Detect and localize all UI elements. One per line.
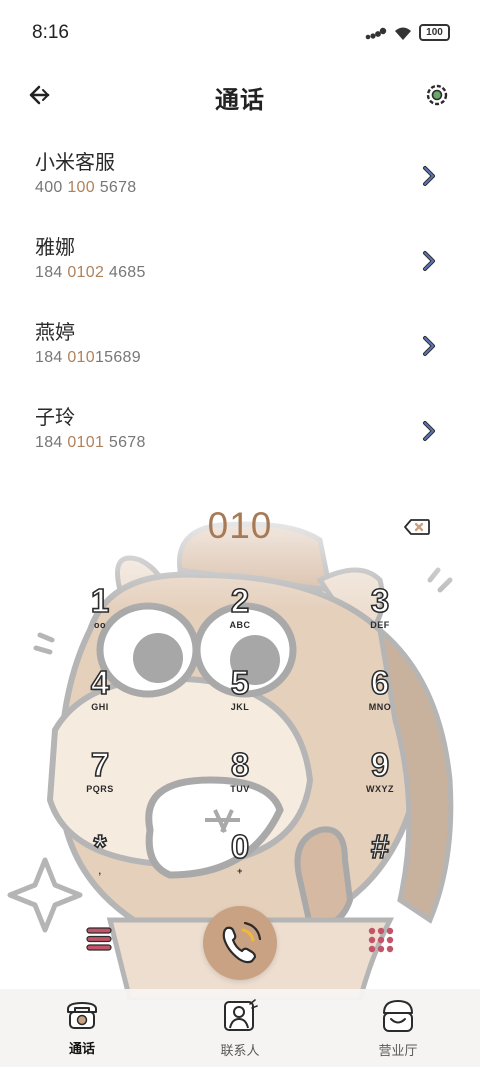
contacts-icon xyxy=(224,999,258,1031)
chevron-right-icon[interactable] xyxy=(420,249,438,273)
tab-contacts[interactable]: 联系人 xyxy=(190,999,290,1059)
chevron-right-icon[interactable] xyxy=(420,419,438,443)
key-hash[interactable]: # xyxy=(310,827,450,906)
key-3[interactable]: 3 DEF xyxy=(310,581,450,660)
call-button[interactable] xyxy=(203,906,277,980)
status-time: 8:16 xyxy=(32,22,69,43)
status-bar: 8:16 100 xyxy=(0,0,480,66)
key-2[interactable]: 2 ABC xyxy=(170,581,310,660)
tab-label: 联系人 xyxy=(220,1043,260,1058)
key-1[interactable]: 1 oo xyxy=(30,581,170,660)
tab-store[interactable]: 营业厅 xyxy=(348,999,448,1059)
list-item[interactable]: 子玲 184 0101 5678 xyxy=(0,397,480,482)
list-item[interactable]: 燕婷 184 01015689 xyxy=(0,312,480,397)
dialpad-icon[interactable] xyxy=(367,926,395,954)
key-4[interactable]: 4 GHI xyxy=(30,663,170,742)
chevron-right-icon[interactable] xyxy=(420,334,438,358)
contact-name: 雅娜 xyxy=(35,237,75,259)
status-icons: 100 xyxy=(365,24,450,41)
header: 通话 xyxy=(0,70,480,120)
backspace-icon[interactable] xyxy=(404,519,430,535)
key-6[interactable]: 6 MNO xyxy=(310,663,450,742)
tab-label: 通话 xyxy=(68,1041,95,1056)
list-item[interactable]: 雅娜 184 0102 4685 xyxy=(0,227,480,312)
gear-icon[interactable] xyxy=(424,82,450,108)
contact-number: 184 0102 4685 xyxy=(35,264,146,281)
bottom-tab-bar: 通话 联系人 营业厅 xyxy=(0,989,480,1067)
dial-keypad: 1 oo 2 ABC 3 DEF 4 GHI 5 JKL 6 MNO 7 PQRS 8 TUV … xyxy=(30,581,450,892)
phone-call-icon xyxy=(222,921,262,964)
signal-icon xyxy=(365,27,387,39)
tab-label: 营业厅 xyxy=(378,1043,418,1058)
list-item[interactable]: 小米客服 400 100 5678 xyxy=(0,142,480,227)
tab-calls[interactable]: 通话 xyxy=(32,999,132,1057)
contact-number: 400 100 5678 xyxy=(35,179,137,196)
menu-icon[interactable] xyxy=(86,925,112,953)
chevron-right-icon[interactable] xyxy=(420,164,438,188)
contact-name: 燕婷 xyxy=(35,322,75,344)
contact-list: 小米客服 400 100 5678 雅娜 184 0102 4685 燕婷 18… xyxy=(0,142,480,482)
key-9[interactable]: 9 WXYZ xyxy=(310,745,450,824)
key-7[interactable]: 7 PQRS xyxy=(30,745,170,824)
store-icon xyxy=(383,1000,413,1032)
phone-icon xyxy=(67,1002,97,1029)
contact-number: 184 0101 5678 xyxy=(35,434,146,451)
key-5[interactable]: 5 JKL xyxy=(170,663,310,742)
contact-number: 184 01015689 xyxy=(35,349,141,366)
page-title: 通话 xyxy=(215,87,265,114)
contact-name: 子玲 xyxy=(35,407,75,429)
contact-name: 小米客服 xyxy=(35,152,115,174)
battery-indicator: 100 xyxy=(419,24,450,41)
key-8[interactable]: 8 TUV xyxy=(170,745,310,824)
key-0[interactable]: 0 + xyxy=(170,827,310,906)
key-star[interactable]: *, xyxy=(30,827,170,906)
wifi-icon xyxy=(395,27,411,40)
